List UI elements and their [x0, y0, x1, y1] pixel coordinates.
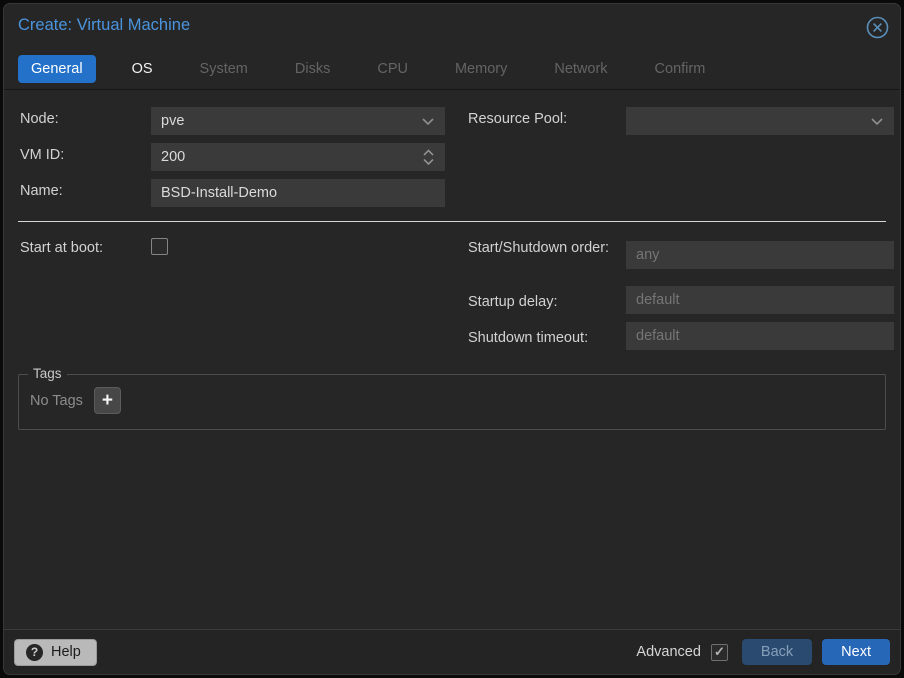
- advanced-checkbox[interactable]: ✓: [711, 644, 728, 661]
- help-button-label: Help: [51, 644, 81, 660]
- dialog-header: Create: Virtual Machine General OS Syste…: [4, 4, 900, 90]
- name-label: Name:: [20, 182, 63, 202]
- startup-delay-label: Startup delay:: [468, 293, 557, 313]
- tab-confirm: Confirm: [644, 55, 717, 83]
- check-icon: ✓: [714, 644, 725, 660]
- chevron-down-icon[interactable]: [870, 117, 884, 126]
- tab-disks: Disks: [284, 55, 341, 83]
- resource-pool-combobox[interactable]: [626, 107, 894, 135]
- node-value: pve: [161, 113, 421, 129]
- startshutdown-order-label: Start/Shutdown order:: [468, 239, 620, 259]
- spinner-up-down-icon[interactable]: [422, 149, 435, 166]
- next-button[interactable]: Next: [822, 639, 890, 665]
- tab-system: System: [189, 55, 259, 83]
- name-input[interactable]: [151, 179, 445, 207]
- tags-legend: Tags: [28, 366, 67, 381]
- start-at-boot-label: Start at boot:: [20, 239, 103, 259]
- node-label: Node:: [20, 110, 59, 130]
- tab-cpu: CPU: [366, 55, 419, 83]
- close-button[interactable]: [865, 15, 889, 39]
- shutdown-timeout-label: Shutdown timeout:: [468, 329, 588, 349]
- vmid-spinner[interactable]: 200: [151, 143, 445, 171]
- back-button[interactable]: Back: [742, 639, 812, 665]
- close-icon: [866, 16, 889, 39]
- wizard-tabbar: General OS System Disks CPU Memory Netwo…: [18, 53, 886, 84]
- vmid-value: 200: [161, 149, 422, 165]
- start-at-boot-checkbox[interactable]: [151, 238, 168, 255]
- chevron-down-icon[interactable]: [421, 117, 435, 126]
- screen: Create: Virtual Machine General OS Syste…: [0, 0, 904, 678]
- section-divider: [18, 221, 886, 222]
- tags-row: No Tags +: [30, 387, 121, 414]
- resource-pool-label: Resource Pool:: [468, 110, 567, 130]
- tab-general[interactable]: General: [18, 55, 96, 83]
- vmid-label: VM ID:: [20, 146, 64, 166]
- shutdown-timeout-input[interactable]: [626, 322, 894, 350]
- tab-network: Network: [543, 55, 618, 83]
- footer-actions: Advanced ✓ Back Next: [636, 639, 890, 665]
- no-tags-text: No Tags: [30, 393, 83, 409]
- node-combobox[interactable]: pve: [151, 107, 445, 135]
- startshutdown-order-input[interactable]: [626, 241, 894, 269]
- question-mark-icon: ?: [26, 644, 43, 661]
- add-tag-button[interactable]: +: [94, 387, 121, 414]
- tab-os[interactable]: OS: [121, 55, 164, 83]
- plus-icon: +: [102, 391, 113, 410]
- tags-fieldset: Tags No Tags +: [18, 374, 886, 430]
- advanced-label: Advanced: [636, 644, 701, 660]
- dialog-title: Create: Virtual Machine: [18, 16, 190, 35]
- startup-delay-input[interactable]: [626, 286, 894, 314]
- help-button[interactable]: ? Help: [14, 639, 97, 666]
- tab-memory: Memory: [444, 55, 518, 83]
- create-vm-dialog: Create: Virtual Machine General OS Syste…: [3, 3, 901, 675]
- dialog-footer: ? Help Advanced ✓ Back Next: [4, 629, 900, 674]
